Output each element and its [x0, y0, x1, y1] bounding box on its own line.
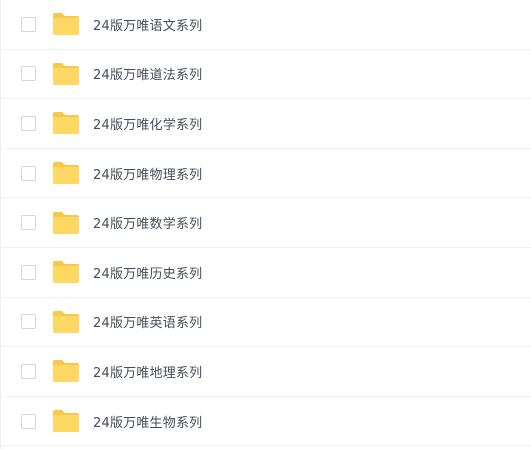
list-item[interactable]: 24版万唯地理系列 [1, 347, 531, 397]
folder-name[interactable]: 24版万唯地理系列 [93, 362, 202, 381]
row-checkbox[interactable] [21, 215, 36, 231]
folder-icon [52, 359, 80, 383]
folder-name[interactable]: 24版万唯生物系列 [93, 412, 202, 431]
row-checkbox[interactable] [21, 413, 36, 429]
folder-icon [52, 161, 80, 185]
list-item[interactable]: 24版万唯语文系列 [1, 0, 531, 50]
list-item[interactable]: 24版万唯历史系列 [1, 248, 531, 298]
folder-icon [52, 111, 80, 135]
row-checkbox[interactable] [21, 363, 36, 379]
list-item[interactable]: 24版万唯道法系列 [1, 50, 531, 100]
row-checkbox[interactable] [21, 165, 36, 181]
list-item[interactable]: 24版万唯物理系列 [1, 149, 531, 199]
list-item[interactable]: 24版万唯英语系列 [1, 298, 531, 348]
folder-icon [52, 409, 80, 433]
folder-name[interactable]: 24版万唯英语系列 [93, 312, 202, 331]
folder-icon [52, 62, 80, 86]
row-checkbox[interactable] [21, 115, 36, 131]
folder-name[interactable]: 24版万唯化学系列 [93, 114, 202, 133]
folder-name[interactable]: 24版万唯历史系列 [93, 263, 202, 282]
folder-icon [52, 211, 80, 235]
list-item[interactable]: 24版万唯生物系列 [1, 397, 531, 447]
folder-name[interactable]: 24版万唯数学系列 [93, 213, 202, 232]
list-item[interactable]: 24版万唯数学系列 [1, 198, 531, 248]
folder-name[interactable]: 24版万唯物理系列 [93, 164, 202, 183]
row-checkbox[interactable] [21, 264, 36, 280]
row-checkbox[interactable] [21, 66, 36, 82]
file-list: 24版万唯语文系列 24版万唯道法系列 24版万唯化学系列 24版万唯物理系列 … [0, 0, 531, 449]
row-checkbox[interactable] [21, 16, 36, 32]
list-item[interactable]: 24版万唯化学系列 [1, 99, 531, 149]
row-checkbox[interactable] [21, 314, 36, 330]
folder-icon [52, 260, 80, 284]
folder-name[interactable]: 24版万唯语文系列 [93, 15, 202, 34]
folder-icon [52, 12, 80, 36]
folder-name[interactable]: 24版万唯道法系列 [93, 64, 202, 83]
folder-icon [52, 310, 80, 334]
